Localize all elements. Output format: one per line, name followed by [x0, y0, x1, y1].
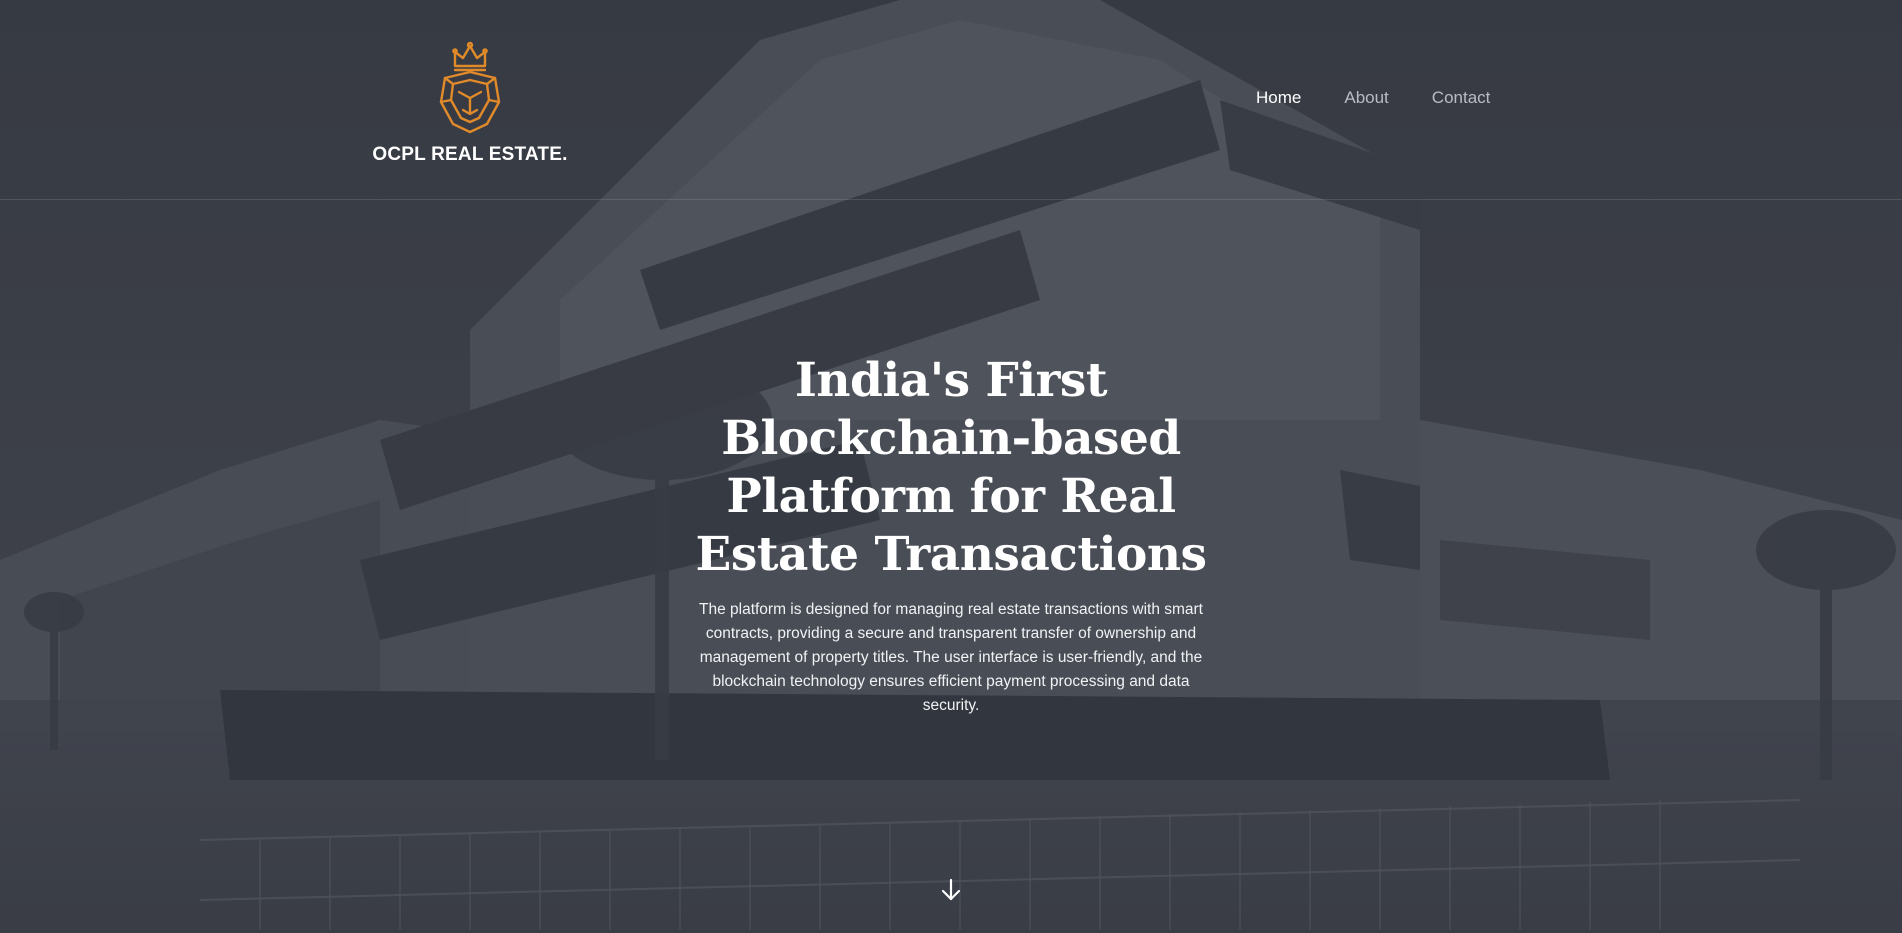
nav-item-contact[interactable]: Contact — [1432, 88, 1491, 108]
hero-section: OCPL REAL ESTATE. Home About Contact Ind… — [0, 0, 1902, 933]
hero-content: India's First Blockchain-based Platform … — [651, 352, 1251, 718]
hero-description: The platform is designed for managing re… — [699, 601, 1203, 714]
arrow-down-icon[interactable] — [937, 876, 965, 904]
nav-item-about[interactable]: About — [1344, 88, 1388, 108]
nav-item-home[interactable]: Home — [1256, 88, 1301, 108]
crowned-lion-icon — [439, 41, 501, 134]
brand-name: OCPL REAL ESTATE. — [372, 144, 568, 165]
hero-title: India's First Blockchain-based Platform … — [695, 353, 1207, 582]
brand[interactable]: OCPL REAL ESTATE. — [370, 40, 570, 166]
site-header: OCPL REAL ESTATE. Home About Contact — [0, 0, 1902, 200]
main-nav: Home About Contact — [1256, 88, 1490, 108]
